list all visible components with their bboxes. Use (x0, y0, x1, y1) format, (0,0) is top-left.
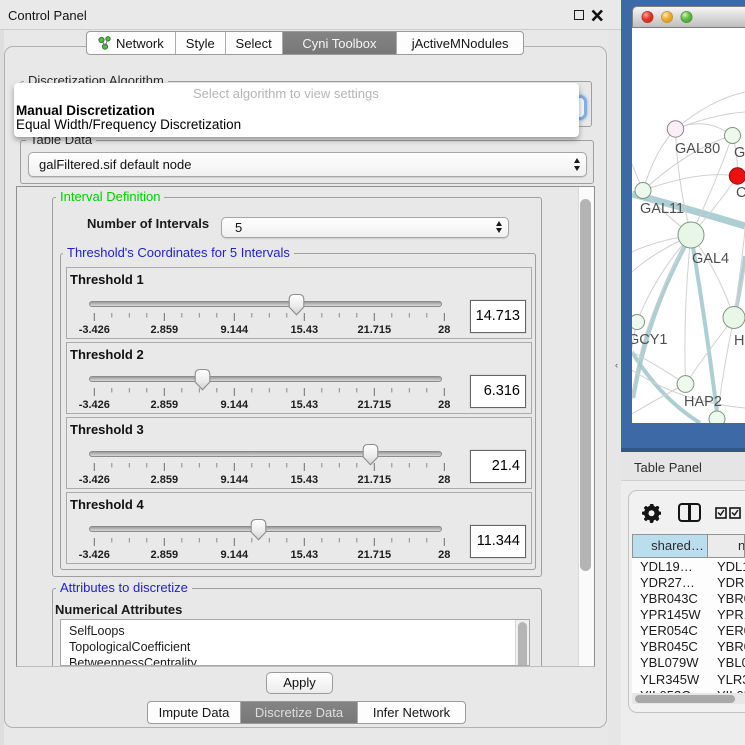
svg-text:HAP2: HAP2 (684, 394, 722, 410)
svg-text:GA: GA (734, 145, 745, 161)
svg-text:CY: CY (736, 185, 745, 201)
svg-text:GAL11: GAL11 (640, 201, 684, 217)
svg-text:GCY1: GCY1 (632, 332, 668, 348)
svg-text:GAL4: GAL4 (692, 251, 729, 267)
svg-text:GAL80: GAL80 (675, 141, 720, 157)
svg-text:HI: HI (734, 333, 745, 349)
